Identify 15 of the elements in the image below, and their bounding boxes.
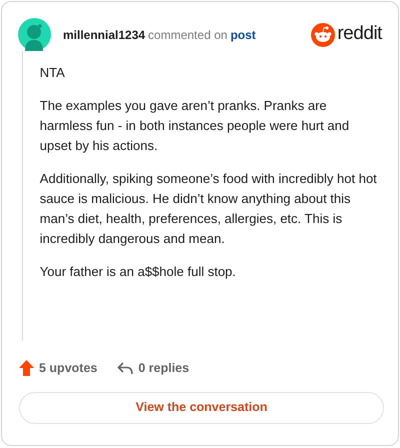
reply-count: 0 replies xyxy=(138,360,190,377)
reply-arrow-icon[interactable] xyxy=(117,362,134,375)
upvote-count: 5 upvotes xyxy=(39,360,98,377)
upvote-arrow-icon[interactable] xyxy=(19,360,34,376)
avatar-icon xyxy=(18,18,51,51)
action-text: commented on xyxy=(148,26,228,44)
reddit-logo-icon xyxy=(311,22,336,46)
logo-text: reddit xyxy=(337,22,382,46)
comment-paragraph: The examples you gave aren’t pranks. Pranks are harmless fun - in both instances people were hurt and upset by his actions. xyxy=(40,97,350,155)
comment-paragraph: Additionally, spiking someone’s food with incredibly hot hot sauce is malicious. He didn’t know anything about this man’s diet, health, preferences, allergies, etc. This is incredibly dangerous and mean. xyxy=(40,170,378,248)
post-link[interactable]: post xyxy=(230,26,256,44)
author-name[interactable]: millennial1234 xyxy=(63,26,146,44)
comment-paragraph: NTA xyxy=(40,64,66,82)
view-conversation-button[interactable]: View the conversation xyxy=(19,392,384,424)
comment-paragraph: Your father is an a$$hole full stop. xyxy=(40,263,237,281)
